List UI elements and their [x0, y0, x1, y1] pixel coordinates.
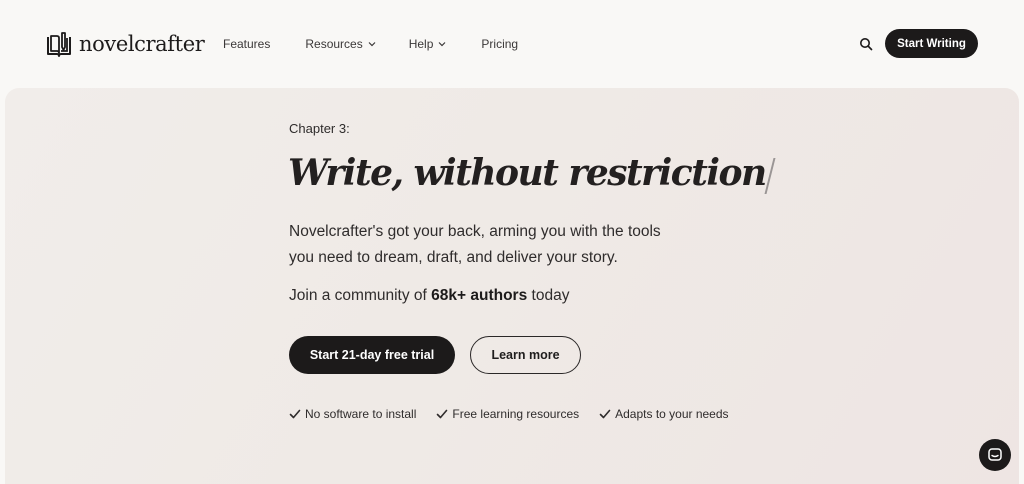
nav-pricing-label: Pricing: [481, 37, 519, 51]
feature-item: No software to install: [289, 407, 416, 421]
hero-headline: Write, without restriction: [288, 152, 775, 194]
feature-label: No software to install: [305, 407, 417, 421]
feature-checklist: No software to install Free learning res…: [289, 407, 749, 421]
site-header: novelcrafter Features Resources Help Pri…: [0, 0, 1024, 88]
book-pen-icon: [47, 32, 71, 57]
search-icon[interactable]: [859, 37, 873, 51]
main-nav: Features Resources Help Pricing: [223, 37, 518, 51]
check-icon: [437, 409, 448, 419]
community-suffix: today: [527, 287, 570, 304]
nav-features-label: Features: [223, 37, 271, 51]
nav-help[interactable]: Help: [409, 37, 447, 51]
chevron-down-icon: [438, 42, 446, 47]
community-line: Join a community of 68k+ authors today: [289, 287, 569, 305]
community-count: 68k+ authors: [431, 287, 528, 304]
start-writing-button[interactable]: Start Writing: [885, 29, 978, 58]
nav-resources[interactable]: Resources: [305, 37, 376, 51]
chevron-down-icon: [368, 42, 376, 47]
start-trial-button[interactable]: Start 21-day free trial: [289, 336, 455, 374]
hero-eyebrow: Chapter 3:: [289, 121, 350, 136]
feature-item: Free learning resources: [436, 407, 579, 421]
brand-name: novelcrafter: [79, 32, 205, 56]
chat-icon: [988, 448, 1002, 461]
feature-item: Adapts to your needs: [599, 407, 729, 421]
chat-launcher-button[interactable]: [979, 439, 1011, 471]
community-prefix: Join a community of: [289, 287, 432, 304]
brand-logo[interactable]: novelcrafter: [45, 30, 205, 58]
feature-label: Free learning resources: [452, 407, 580, 421]
hero-headline-text: Write, without restriction: [288, 152, 767, 194]
check-icon: [599, 409, 611, 419]
hero-description: Novelcrafter's got your back, arming you…: [289, 223, 661, 266]
nav-pricing[interactable]: Pricing: [481, 37, 518, 51]
learn-more-button[interactable]: Learn more: [470, 336, 581, 374]
feature-label: Adapts to your needs: [615, 407, 729, 421]
nav-features[interactable]: Features: [223, 37, 270, 51]
hero-section: Chapter 3: Write, without restriction No…: [5, 88, 1019, 484]
nav-help-label: Help: [408, 37, 434, 51]
check-icon: [289, 409, 301, 419]
nav-resources-label: Resources: [305, 37, 363, 51]
